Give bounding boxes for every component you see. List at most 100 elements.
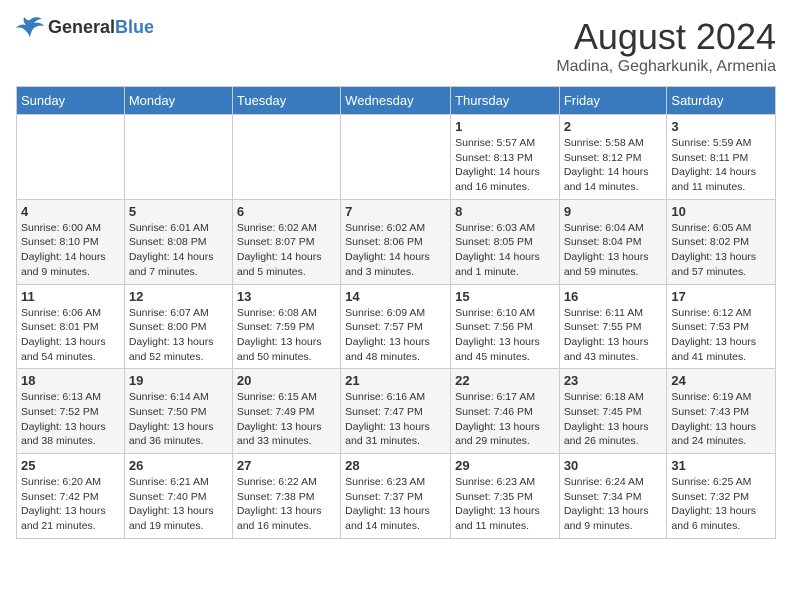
header: GeneralBlue August 2024 Madina, Gegharku…	[16, 16, 776, 76]
day-info: Sunrise: 6:04 AM Sunset: 8:04 PM Dayligh…	[564, 221, 663, 280]
day-number: 14	[345, 289, 446, 304]
day-number: 15	[455, 289, 555, 304]
day-number: 16	[564, 289, 663, 304]
day-number: 17	[671, 289, 771, 304]
calendar-cell: 3Sunrise: 5:59 AM Sunset: 8:11 PM Daylig…	[667, 115, 776, 200]
weekday-header-friday: Friday	[559, 87, 667, 115]
day-info: Sunrise: 6:01 AM Sunset: 8:08 PM Dayligh…	[129, 221, 228, 280]
calendar-cell: 30 Sunrise: 6:24 AM Sunset: 7:34 PM Dayli…	[559, 454, 667, 539]
calendar-week-row: 25 Sunrise: 6:20 AM Sunset: 7:42 PM Dayli…	[17, 454, 776, 539]
day-info: Sunrise: 5:59 AM Sunset: 8:11 PM Dayligh…	[671, 136, 771, 195]
calendar-cell: 27Sunrise: 6:22 AM Sunset: 7:38 PM Dayli…	[232, 454, 340, 539]
day-info: Sunrise: 5:58 AM Sunset: 8:12 PM Dayligh…	[564, 136, 663, 195]
day-number: 30	[564, 458, 663, 473]
calendar-cell: 15 Sunrise: 6:10 AM Sunset: 7:56 PM Dayli…	[451, 284, 560, 369]
calendar-cell: 1Sunrise: 5:57 AM Sunset: 8:13 PM Daylig…	[451, 115, 560, 200]
calendar-cell: 28Sunrise: 6:23 AM Sunset: 7:37 PM Dayli…	[341, 454, 451, 539]
day-number: 20	[237, 373, 336, 388]
day-number: 8	[455, 204, 555, 219]
calendar-week-row: 1Sunrise: 5:57 AM Sunset: 8:13 PM Daylig…	[17, 115, 776, 200]
calendar-cell: 18 Sunrise: 6:13 AM Sunset: 7:52 PM Dayli…	[17, 369, 125, 454]
calendar-cell: 7 Sunrise: 6:02 AM Sunset: 8:06 PM Daylig…	[341, 199, 451, 284]
day-info: Sunrise: 6:22 AM Sunset: 7:38 PM Dayligh…	[237, 475, 336, 534]
calendar-cell	[232, 115, 340, 200]
day-info: Sunrise: 6:13 AM Sunset: 7:52 PM Dayligh…	[21, 390, 120, 449]
calendar-cell: 23Sunrise: 6:18 AM Sunset: 7:45 PM Dayli…	[559, 369, 667, 454]
day-info: Sunrise: 6:03 AM Sunset: 8:05 PM Dayligh…	[455, 221, 555, 280]
calendar-cell	[124, 115, 232, 200]
day-info: Sunrise: 6:07 AM Sunset: 8:00 PM Dayligh…	[129, 306, 228, 365]
day-info: Sunrise: 6:15 AM Sunset: 7:49 PM Dayligh…	[237, 390, 336, 449]
logo: GeneralBlue	[16, 16, 154, 38]
day-number: 2	[564, 119, 663, 134]
calendar-cell: 17 Sunrise: 6:12 AM Sunset: 7:53 PM Dayli…	[667, 284, 776, 369]
day-info: Sunrise: 6:14 AM Sunset: 7:50 PM Dayligh…	[129, 390, 228, 449]
calendar-week-row: 18 Sunrise: 6:13 AM Sunset: 7:52 PM Dayli…	[17, 369, 776, 454]
weekday-header-wednesday: Wednesday	[341, 87, 451, 115]
calendar-cell: 10 Sunrise: 6:05 AM Sunset: 8:02 PM Dayli…	[667, 199, 776, 284]
weekday-header-sunday: Sunday	[17, 87, 125, 115]
calendar-cell: 2 Sunrise: 5:58 AM Sunset: 8:12 PM Daylig…	[559, 115, 667, 200]
calendar-cell: 13 Sunrise: 6:08 AM Sunset: 7:59 PM Dayli…	[232, 284, 340, 369]
weekday-header-monday: Monday	[124, 87, 232, 115]
day-number: 23	[564, 373, 663, 388]
day-number: 13	[237, 289, 336, 304]
day-info: Sunrise: 6:09 AM Sunset: 7:57 PM Dayligh…	[345, 306, 446, 365]
day-number: 31	[671, 458, 771, 473]
calendar-week-row: 11Sunrise: 6:06 AM Sunset: 8:01 PM Dayli…	[17, 284, 776, 369]
day-info: Sunrise: 5:57 AM Sunset: 8:13 PM Dayligh…	[455, 136, 555, 195]
calendar-cell: 26Sunrise: 6:21 AM Sunset: 7:40 PM Dayli…	[124, 454, 232, 539]
day-number: 18	[21, 373, 120, 388]
day-info: Sunrise: 6:10 AM Sunset: 7:56 PM Dayligh…	[455, 306, 555, 365]
day-info: Sunrise: 6:23 AM Sunset: 7:37 PM Dayligh…	[345, 475, 446, 534]
day-number: 25	[21, 458, 120, 473]
logo-blue: Blue	[115, 17, 154, 37]
calendar-cell: 22Sunrise: 6:17 AM Sunset: 7:46 PM Dayli…	[451, 369, 560, 454]
calendar-cell: 11Sunrise: 6:06 AM Sunset: 8:01 PM Dayli…	[17, 284, 125, 369]
calendar-cell: 8 Sunrise: 6:03 AM Sunset: 8:05 PM Daylig…	[451, 199, 560, 284]
day-info: Sunrise: 6:05 AM Sunset: 8:02 PM Dayligh…	[671, 221, 771, 280]
day-info: Sunrise: 6:20 AM Sunset: 7:42 PM Dayligh…	[21, 475, 120, 534]
day-number: 5	[129, 204, 228, 219]
weekday-header-saturday: Saturday	[667, 87, 776, 115]
day-number: 19	[129, 373, 228, 388]
calendar-cell	[341, 115, 451, 200]
calendar-cell: 6 Sunrise: 6:02 AM Sunset: 8:07 PM Daylig…	[232, 199, 340, 284]
calendar-cell: 29 Sunrise: 6:23 AM Sunset: 7:35 PM Dayli…	[451, 454, 560, 539]
day-info: Sunrise: 6:11 AM Sunset: 7:55 PM Dayligh…	[564, 306, 663, 365]
subtitle: Madina, Gegharkunik, Armenia	[556, 58, 776, 76]
logo-general: General	[48, 17, 115, 37]
day-info: Sunrise: 6:02 AM Sunset: 8:06 PM Dayligh…	[345, 221, 446, 280]
calendar-cell: 14 Sunrise: 6:09 AM Sunset: 7:57 PM Dayli…	[341, 284, 451, 369]
day-info: Sunrise: 6:08 AM Sunset: 7:59 PM Dayligh…	[237, 306, 336, 365]
calendar-table: SundayMondayTuesdayWednesdayThursdayFrid…	[16, 86, 776, 539]
calendar-cell: 21 Sunrise: 6:16 AM Sunset: 7:47 PM Dayli…	[341, 369, 451, 454]
calendar-cell: 4Sunrise: 6:00 AM Sunset: 8:10 PM Daylig…	[17, 199, 125, 284]
day-info: Sunrise: 6:23 AM Sunset: 7:35 PM Dayligh…	[455, 475, 555, 534]
day-number: 24	[671, 373, 771, 388]
calendar-cell: 16 Sunrise: 6:11 AM Sunset: 7:55 PM Dayli…	[559, 284, 667, 369]
title-section: August 2024 Madina, Gegharkunik, Armenia	[556, 16, 776, 76]
day-number: 29	[455, 458, 555, 473]
calendar-cell: 25 Sunrise: 6:20 AM Sunset: 7:42 PM Dayli…	[17, 454, 125, 539]
logo-bird-icon	[16, 16, 44, 38]
calendar-cell: 19 Sunrise: 6:14 AM Sunset: 7:50 PM Dayli…	[124, 369, 232, 454]
weekday-header-tuesday: Tuesday	[232, 87, 340, 115]
calendar-cell: 5 Sunrise: 6:01 AM Sunset: 8:08 PM Daylig…	[124, 199, 232, 284]
day-number: 12	[129, 289, 228, 304]
main-title: August 2024	[556, 16, 776, 58]
day-info: Sunrise: 6:12 AM Sunset: 7:53 PM Dayligh…	[671, 306, 771, 365]
logo-text: GeneralBlue	[48, 17, 154, 38]
day-number: 26	[129, 458, 228, 473]
day-info: Sunrise: 6:24 AM Sunset: 7:34 PM Dayligh…	[564, 475, 663, 534]
day-info: Sunrise: 6:16 AM Sunset: 7:47 PM Dayligh…	[345, 390, 446, 449]
day-info: Sunrise: 6:02 AM Sunset: 8:07 PM Dayligh…	[237, 221, 336, 280]
day-number: 7	[345, 204, 446, 219]
day-number: 21	[345, 373, 446, 388]
weekday-header-thursday: Thursday	[451, 87, 560, 115]
day-number: 10	[671, 204, 771, 219]
calendar-cell: 9Sunrise: 6:04 AM Sunset: 8:04 PM Daylig…	[559, 199, 667, 284]
calendar-cell: 20 Sunrise: 6:15 AM Sunset: 7:49 PM Dayli…	[232, 369, 340, 454]
calendar-cell	[17, 115, 125, 200]
day-number: 6	[237, 204, 336, 219]
